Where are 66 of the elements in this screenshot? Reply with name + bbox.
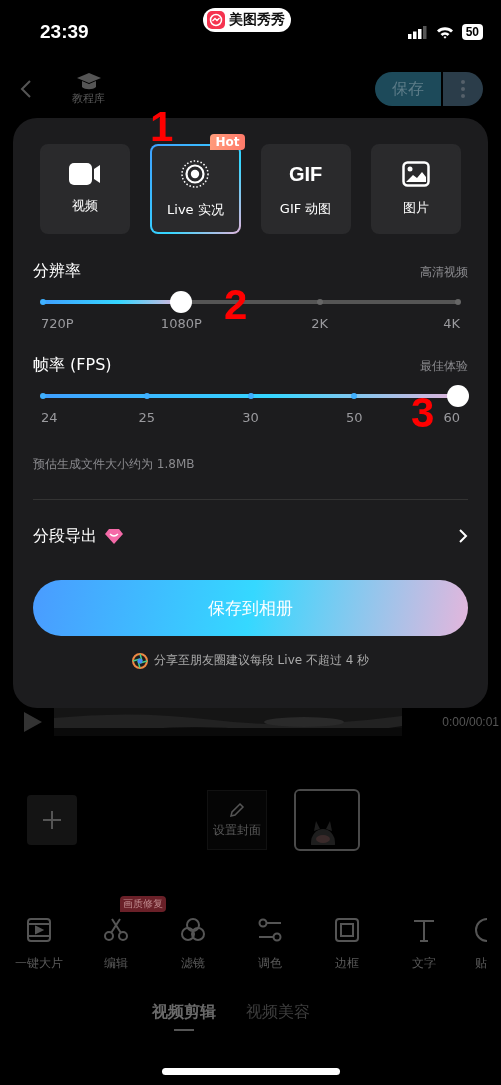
- slider-tick-label: 4K: [443, 316, 460, 331]
- slider-title: 分辨率: [33, 261, 81, 282]
- diamond-icon: [105, 528, 123, 544]
- slider-hint: 最佳体验: [420, 358, 468, 375]
- tool-button[interactable]: 文字: [410, 917, 437, 972]
- tool-button[interactable]: 调色: [256, 917, 283, 972]
- app-logo-icon: [207, 11, 225, 29]
- back-icon[interactable]: [20, 79, 32, 99]
- frame-icon: [333, 917, 360, 943]
- slider-tick-label: 720P: [41, 316, 74, 331]
- image-icon: [401, 161, 430, 187]
- scissors-icon: [102, 917, 129, 943]
- annotation-number: 2: [224, 284, 248, 326]
- tool-button[interactable]: 编辑: [102, 917, 129, 972]
- add-clip-button[interactable]: [27, 795, 77, 845]
- graduation-cap-icon[interactable]: [76, 72, 101, 91]
- video-camera-icon: [69, 163, 102, 185]
- signal-icon: [407, 25, 428, 39]
- share-note: 分享至朋友圈建议每段 Live 不超过 4 秒: [153, 652, 370, 669]
- play-icon[interactable]: [24, 712, 42, 732]
- slider-tick-label: 25: [138, 410, 155, 425]
- save-button[interactable]: 保存: [375, 72, 441, 106]
- plus-icon: [43, 811, 61, 829]
- slider-tick-label: 2K: [311, 316, 329, 331]
- more-icon: [461, 80, 465, 98]
- tool-button[interactable]: 边框: [333, 917, 360, 972]
- tool-button[interactable]: 贴: [474, 917, 488, 972]
- slider-tick-label: 24: [41, 410, 58, 425]
- editor-tab[interactable]: 视频剪辑: [151, 1002, 216, 1031]
- slider-tick-label: 30: [242, 410, 259, 425]
- slider-thumb[interactable]: [170, 291, 193, 313]
- file-size-estimate: 预估生成文件大小约为 1.8MB: [33, 456, 196, 473]
- pencil-icon: [229, 801, 245, 818]
- save-to-album-button[interactable]: 保存到相册: [33, 580, 468, 636]
- clip-thumbnail[interactable]: [294, 789, 360, 851]
- three-circles-icon: [179, 917, 206, 943]
- format-option[interactable]: 视频: [40, 144, 131, 234]
- slider-title: 帧率 (FPS): [33, 355, 112, 376]
- format-option[interactable]: GIF GIF 动图: [260, 144, 351, 234]
- video-timestamp: 0:00/00:01: [442, 715, 499, 729]
- wifi-icon: [435, 25, 454, 39]
- tool-button[interactable]: 一键大片: [14, 917, 63, 972]
- sliders-icon: [256, 917, 283, 943]
- format-option[interactable]: 图片: [370, 144, 461, 234]
- slider-tick-label: 1080P: [160, 316, 202, 331]
- aperture-icon: [131, 652, 148, 669]
- more-button[interactable]: [443, 72, 483, 106]
- chevron-right-icon: [458, 528, 468, 544]
- app-pill-label: 美图秀秀: [229, 11, 285, 29]
- sticker-icon: [474, 917, 488, 943]
- tool-badge: 画质修复: [120, 896, 166, 912]
- tutorial-label: 教程库: [72, 90, 105, 106]
- annotation-number: 3: [411, 392, 435, 434]
- status-time: 23:39: [40, 21, 89, 43]
- live-photo-icon: [180, 159, 211, 189]
- film-play-icon: [25, 917, 52, 943]
- set-cover-button[interactable]: 设置封面: [207, 790, 267, 850]
- slider-tick-label: 50: [346, 410, 363, 425]
- slider-hint: 高清视频: [420, 264, 468, 281]
- hot-badge: Hot: [210, 134, 245, 150]
- battery-level: 50: [461, 24, 483, 40]
- slider-thumb[interactable]: [447, 385, 469, 407]
- tool-button[interactable]: 滤镜: [179, 917, 206, 972]
- slider-tick-label: 60: [443, 410, 460, 425]
- segment-export-row[interactable]: 分段导出: [33, 524, 468, 548]
- editor-tab[interactable]: 视频美容: [245, 1002, 310, 1031]
